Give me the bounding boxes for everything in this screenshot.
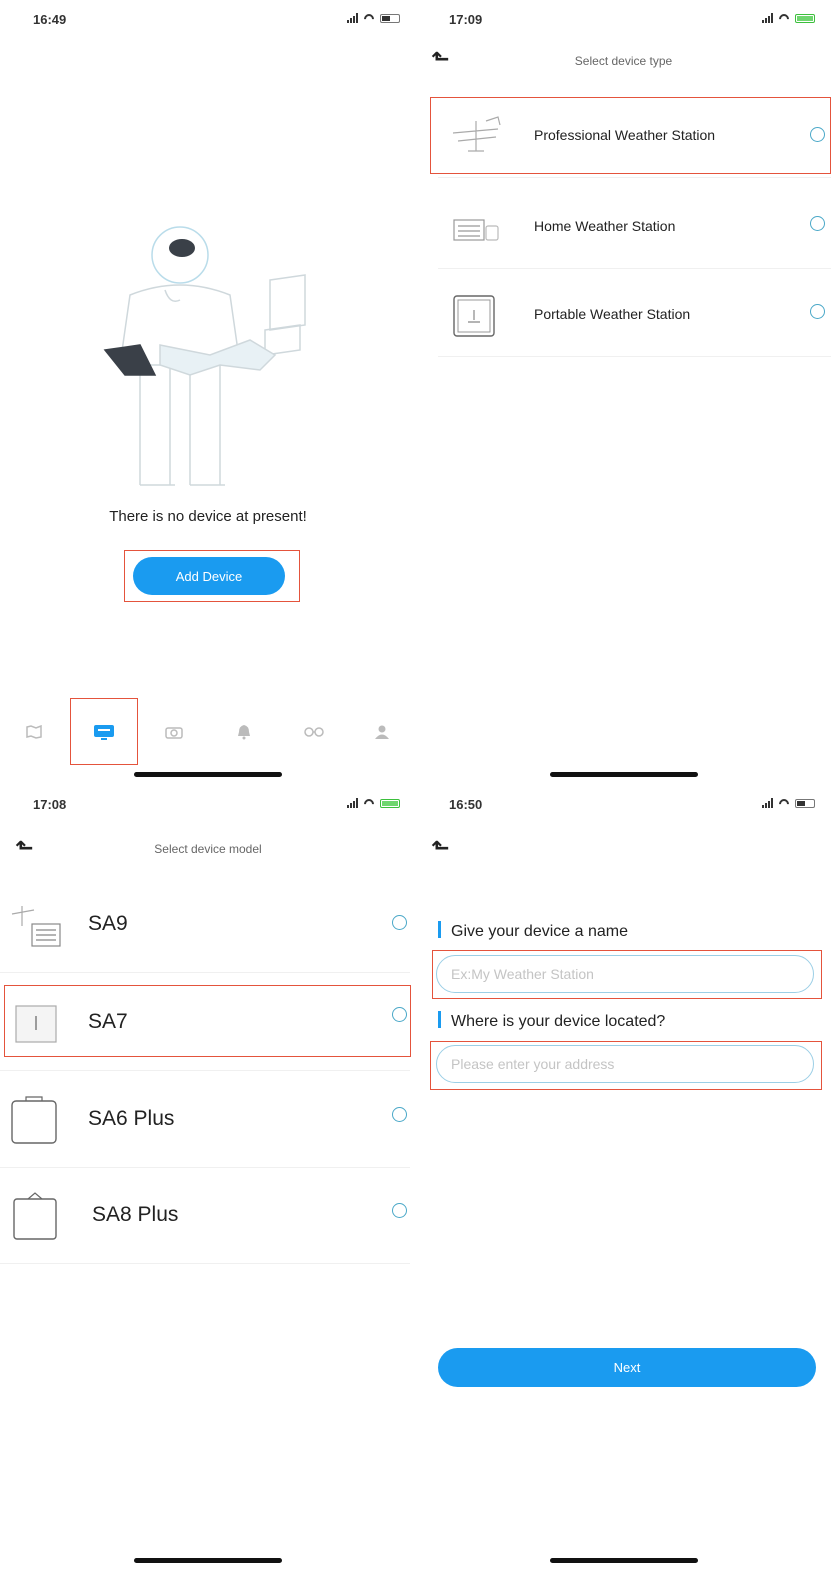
empty-message: There is no device at present! bbox=[109, 508, 307, 525]
map-icon bbox=[26, 725, 42, 739]
tab-profile[interactable] bbox=[362, 712, 402, 752]
location-label: Where is your device located? bbox=[438, 1011, 665, 1031]
device-type-row[interactable]: Portable Weather Station bbox=[438, 276, 831, 357]
wifi-icon bbox=[778, 14, 790, 23]
system-icons bbox=[347, 13, 400, 23]
wifi-icon bbox=[363, 799, 375, 808]
highlight-box bbox=[432, 950, 822, 999]
tab-alerts[interactable] bbox=[224, 712, 264, 752]
battery-icon bbox=[795, 13, 815, 23]
user-icon bbox=[375, 725, 389, 739]
wifi-icon bbox=[778, 799, 790, 808]
home-indicator bbox=[549, 1558, 698, 1563]
status-bar: 16:49 bbox=[0, 0, 416, 40]
bell-icon bbox=[238, 725, 250, 740]
screen-device-empty: 16:49 There is no device at present! Add… bbox=[0, 0, 417, 785]
empty-state-illustration bbox=[103, 226, 306, 486]
signal-icon bbox=[762, 13, 773, 23]
system-icons bbox=[762, 798, 815, 808]
screen-select-type: 17:09 ⬑ Select device type Professional … bbox=[416, 0, 831, 785]
tab-map[interactable] bbox=[14, 712, 54, 752]
tab-camera[interactable] bbox=[154, 712, 194, 752]
sa6-plus-icon bbox=[11, 1096, 57, 1144]
glasses-icon bbox=[304, 727, 324, 737]
highlight-box bbox=[430, 1041, 822, 1090]
screen-select-model: 17:08 ⬑ Select device model SA9 SA7 SA6 bbox=[0, 785, 416, 1571]
page-title: Select device type bbox=[574, 54, 673, 68]
highlight-box bbox=[4, 985, 411, 1057]
radio-button[interactable] bbox=[392, 915, 407, 930]
battery-icon bbox=[795, 798, 815, 808]
device-model-label: SA9 bbox=[88, 912, 128, 935]
highlight-box bbox=[70, 698, 138, 765]
screen-device-info: 16:50 ⬑ Give your device a name Where is… bbox=[416, 785, 831, 1571]
home-indicator bbox=[134, 1558, 282, 1563]
device-type-row[interactable]: Home Weather Station bbox=[438, 188, 831, 269]
device-model-label: SA8 Plus bbox=[92, 1203, 179, 1226]
portable-station-icon bbox=[453, 295, 495, 337]
sa8-plus-icon bbox=[13, 1192, 57, 1240]
add-device-button[interactable]: Add Device bbox=[133, 557, 285, 595]
radio-button[interactable] bbox=[392, 1203, 407, 1218]
signal-icon bbox=[347, 798, 358, 808]
highlight-box bbox=[430, 97, 831, 174]
home-indicator bbox=[549, 772, 698, 777]
radio-button[interactable] bbox=[810, 304, 825, 319]
radio-button[interactable] bbox=[392, 1107, 407, 1122]
device-type-label: Portable Weather Station bbox=[534, 306, 691, 322]
status-time: 16:50 bbox=[449, 797, 483, 812]
tab-bar bbox=[0, 712, 416, 752]
device-type-label: Home Weather Station bbox=[534, 218, 676, 234]
back-arrow-icon[interactable]: ⬑ bbox=[431, 835, 449, 861]
battery-icon bbox=[380, 13, 400, 23]
device-model-label: SA6 Plus bbox=[88, 1107, 175, 1130]
home-indicator bbox=[134, 772, 282, 777]
page-title: Select device model bbox=[154, 842, 262, 856]
status-time: 17:08 bbox=[33, 797, 67, 812]
status-bar: 17:08 bbox=[0, 785, 416, 825]
signal-icon bbox=[347, 13, 358, 23]
system-icons bbox=[347, 798, 400, 808]
status-time: 16:49 bbox=[33, 12, 67, 27]
wifi-icon bbox=[363, 14, 375, 23]
sa9-icon bbox=[11, 906, 61, 947]
name-label: Give your device a name bbox=[438, 921, 628, 941]
device-model-row[interactable]: SA9 bbox=[0, 880, 410, 973]
home-station-icon bbox=[453, 219, 499, 241]
status-bar: 17:09 bbox=[416, 0, 831, 40]
system-icons bbox=[762, 13, 815, 23]
camera-icon bbox=[165, 727, 183, 739]
status-time: 17:09 bbox=[449, 12, 483, 27]
device-model-row[interactable]: SA6 Plus bbox=[0, 1075, 410, 1168]
tab-vr[interactable] bbox=[294, 712, 334, 752]
status-bar: 16:50 bbox=[416, 785, 831, 825]
battery-icon bbox=[380, 798, 400, 808]
next-button[interactable]: Next bbox=[438, 1348, 816, 1387]
signal-icon bbox=[762, 798, 773, 808]
radio-button[interactable] bbox=[810, 216, 825, 231]
device-model-row[interactable]: SA8 Plus bbox=[0, 1171, 410, 1264]
